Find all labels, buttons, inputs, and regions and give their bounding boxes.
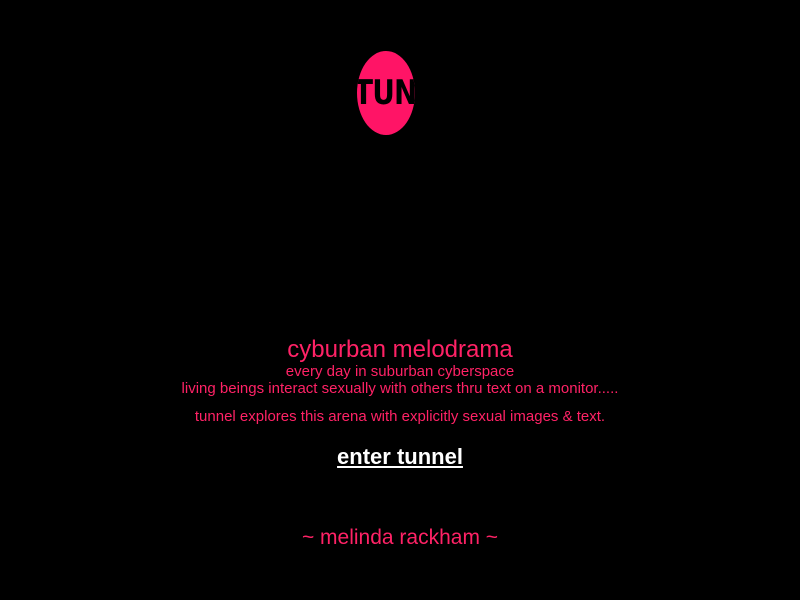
author-credit: ~ melinda rackham ~ [301, 526, 499, 549]
intro-line-1: every day in suburban cyberspace [285, 363, 515, 380]
intro-line-2: living beings interact sexually with oth… [181, 380, 619, 397]
tunnel-logo: TUNNEL [357, 51, 415, 135]
logo-text: TUNNEL [357, 73, 415, 113]
intro-line-3: tunnel explores this arena with explicit… [194, 408, 606, 425]
splash-page: TUNNEL cyburban melodrama every day in s… [0, 0, 800, 600]
enter-tunnel-link[interactable]: enter tunnel [0, 444, 800, 470]
page-title: cyburban melodrama [287, 336, 513, 363]
